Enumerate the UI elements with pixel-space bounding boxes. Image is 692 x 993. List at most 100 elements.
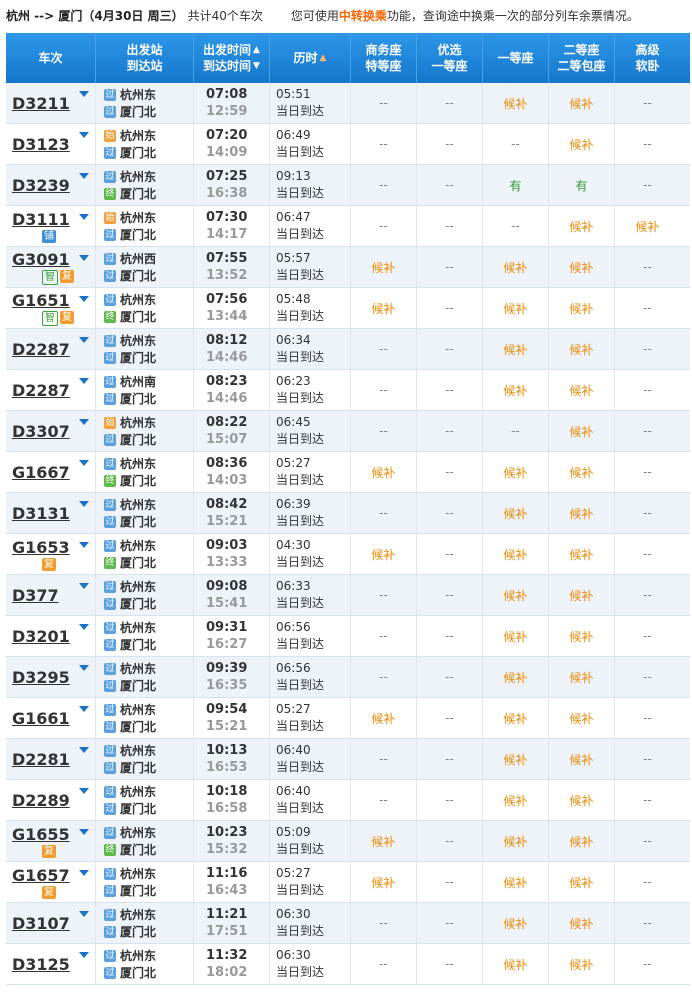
seat-availability[interactable]: 候补: [503, 300, 527, 317]
table-row[interactable]: D3123 始杭州东 过厦门北 07:20 14:09 06:49 当日到达 -…: [6, 124, 690, 165]
sort-down-icon[interactable]: ▼: [253, 58, 260, 74]
sort-up-icon[interactable]: ▲: [253, 42, 260, 58]
seat-availability[interactable]: 候补: [371, 874, 395, 891]
chevron-down-icon[interactable]: [79, 378, 89, 384]
train-number-link[interactable]: D377: [12, 586, 59, 605]
train-number-link[interactable]: G1667: [12, 463, 70, 482]
seat-availability[interactable]: 候补: [569, 628, 593, 645]
table-row[interactable]: D3111 铺 始杭州东 过厦门北 07:30 14:17 06:47 当日到达…: [6, 206, 690, 247]
train-number-link[interactable]: G1657: [12, 866, 70, 885]
chevron-down-icon[interactable]: [79, 788, 89, 794]
seat-availability[interactable]: 候补: [569, 341, 593, 358]
seat-availability[interactable]: 有: [509, 177, 521, 194]
seat-availability[interactable]: 候补: [569, 382, 593, 399]
seat-availability[interactable]: 候补: [503, 710, 527, 727]
chevron-down-icon[interactable]: [79, 952, 89, 958]
chevron-down-icon[interactable]: [79, 337, 89, 343]
seat-availability[interactable]: 候补: [503, 874, 527, 891]
train-number-link[interactable]: G1651: [12, 291, 70, 310]
table-row[interactable]: D3307 始杭州东 过厦门北 08:22 15:07 06:45 当日到达 -…: [6, 411, 690, 452]
table-row[interactable]: D2281 过杭州东 过厦门北 10:13 16:53 06:40 当日到达 -…: [6, 739, 690, 780]
seat-availability[interactable]: 候补: [569, 464, 593, 481]
seat-availability[interactable]: 候补: [503, 915, 527, 932]
train-number-link[interactable]: D3131: [12, 504, 70, 523]
seat-availability[interactable]: 候补: [569, 218, 593, 235]
seat-availability[interactable]: 候补: [503, 95, 527, 112]
sort-up-icon[interactable]: ▲: [320, 50, 327, 66]
seat-availability[interactable]: 候补: [503, 259, 527, 276]
seat-availability[interactable]: 候补: [569, 833, 593, 850]
seat-availability[interactable]: 候补: [569, 751, 593, 768]
table-row[interactable]: G1661 过杭州东 过厦门北 09:54 15:21 05:27 当日到达 候…: [6, 698, 690, 739]
transfer-link[interactable]: 中转换乘: [339, 9, 387, 23]
train-number-link[interactable]: D2287: [12, 340, 70, 359]
chevron-down-icon[interactable]: [79, 296, 89, 302]
seat-availability[interactable]: 候补: [569, 915, 593, 932]
train-number-link[interactable]: G1661: [12, 709, 70, 728]
chevron-down-icon[interactable]: [79, 132, 89, 138]
seat-availability[interactable]: 候补: [371, 710, 395, 727]
chevron-down-icon[interactable]: [79, 829, 89, 835]
seat-availability[interactable]: 候补: [503, 628, 527, 645]
chevron-down-icon[interactable]: [79, 255, 89, 261]
train-number-link[interactable]: D2289: [12, 791, 70, 810]
chevron-down-icon[interactable]: [79, 624, 89, 630]
train-number-link[interactable]: D3125: [12, 955, 70, 974]
seat-availability[interactable]: 候补: [503, 669, 527, 686]
seat-availability[interactable]: 候补: [569, 300, 593, 317]
train-number-link[interactable]: G3091: [12, 250, 70, 269]
seat-availability[interactable]: 候补: [371, 546, 395, 563]
table-row[interactable]: D3239 过杭州东 终厦门北 07:25 16:38 09:13 当日到达 -…: [6, 165, 690, 206]
chevron-down-icon[interactable]: [79, 583, 89, 589]
table-row[interactable]: G1651 智复 过杭州东 终厦门北 07:56 13:44 05:48 当日到…: [6, 288, 690, 329]
train-number-link[interactable]: D3111: [12, 210, 70, 229]
table-row[interactable]: D3125 过杭州东 过厦门北 11:32 18:02 06:30 当日到达 -…: [6, 944, 690, 985]
table-row[interactable]: D3107 过杭州东 过厦门北 11:21 17:51 06:30 当日到达 -…: [6, 903, 690, 944]
chevron-down-icon[interactable]: [79, 460, 89, 466]
seat-availability[interactable]: 候补: [371, 464, 395, 481]
seat-availability[interactable]: 候补: [569, 95, 593, 112]
chevron-down-icon[interactable]: [79, 911, 89, 917]
seat-availability[interactable]: 有: [575, 177, 587, 194]
table-row[interactable]: D2287 过杭州东 过厦门北 08:12 14:46 06:34 当日到达 -…: [6, 329, 690, 370]
seat-availability[interactable]: 候补: [569, 710, 593, 727]
chevron-down-icon[interactable]: [79, 747, 89, 753]
train-number-link[interactable]: D3239: [12, 176, 70, 195]
seat-availability[interactable]: 候补: [503, 505, 527, 522]
seat-availability[interactable]: 候补: [503, 464, 527, 481]
table-row[interactable]: D3201 过杭州东 过厦门北 09:31 16:27 06:56 当日到达 -…: [6, 616, 690, 657]
train-number-link[interactable]: D3201: [12, 627, 70, 646]
table-row[interactable]: G1657 复 过杭州东 过厦门北 11:16 16:43 05:27 当日到达…: [6, 862, 690, 903]
table-row[interactable]: G1667 过杭州东 终厦门北 08:36 14:03 05:27 当日到达 候…: [6, 452, 690, 493]
seat-availability[interactable]: 候补: [569, 136, 593, 153]
train-number-link[interactable]: D3107: [12, 914, 70, 933]
chevron-down-icon[interactable]: [79, 542, 89, 548]
table-row[interactable]: D3295 过杭州东 过厦门北 09:39 16:35 06:56 当日到达 -…: [6, 657, 690, 698]
table-row[interactable]: D2287 过杭州南 过厦门北 08:23 14:46 06:23 当日到达 -…: [6, 370, 690, 411]
seat-availability[interactable]: 候补: [569, 423, 593, 440]
seat-availability[interactable]: 候补: [569, 546, 593, 563]
chevron-down-icon[interactable]: [79, 501, 89, 507]
seat-availability[interactable]: 候补: [503, 546, 527, 563]
table-row[interactable]: G1655 复 过杭州东 终厦门北 10:23 15:32 05:09 当日到达…: [6, 821, 690, 862]
train-number-link[interactable]: D3307: [12, 422, 70, 441]
seat-availability[interactable]: 候补: [569, 669, 593, 686]
table-row[interactable]: D3211 过杭州东 过厦门北 07:08 12:59 05:51 当日到达 -…: [6, 83, 690, 124]
seat-availability[interactable]: 候补: [569, 587, 593, 604]
seat-availability[interactable]: 候补: [635, 218, 659, 235]
train-number-link[interactable]: G1655: [12, 825, 70, 844]
seat-availability[interactable]: 候补: [371, 300, 395, 317]
seat-availability[interactable]: 候补: [503, 751, 527, 768]
seat-availability[interactable]: 候补: [503, 956, 527, 973]
train-number-link[interactable]: D3295: [12, 668, 70, 687]
train-number-link[interactable]: D3211: [12, 94, 70, 113]
seat-availability[interactable]: 候补: [503, 341, 527, 358]
table-row[interactable]: G3091 智复 过杭州西 过厦门北 07:55 13:52 05:57 当日到…: [6, 247, 690, 288]
seat-availability[interactable]: 候补: [569, 956, 593, 973]
seat-availability[interactable]: 候补: [503, 792, 527, 809]
table-row[interactable]: D3131 过杭州东 过厦门北 08:42 15:21 06:39 当日到达 -…: [6, 493, 690, 534]
chevron-down-icon[interactable]: [79, 665, 89, 671]
seat-availability[interactable]: 候补: [503, 587, 527, 604]
train-number-link[interactable]: G1653: [12, 538, 70, 557]
train-number-link[interactable]: D2287: [12, 381, 70, 400]
